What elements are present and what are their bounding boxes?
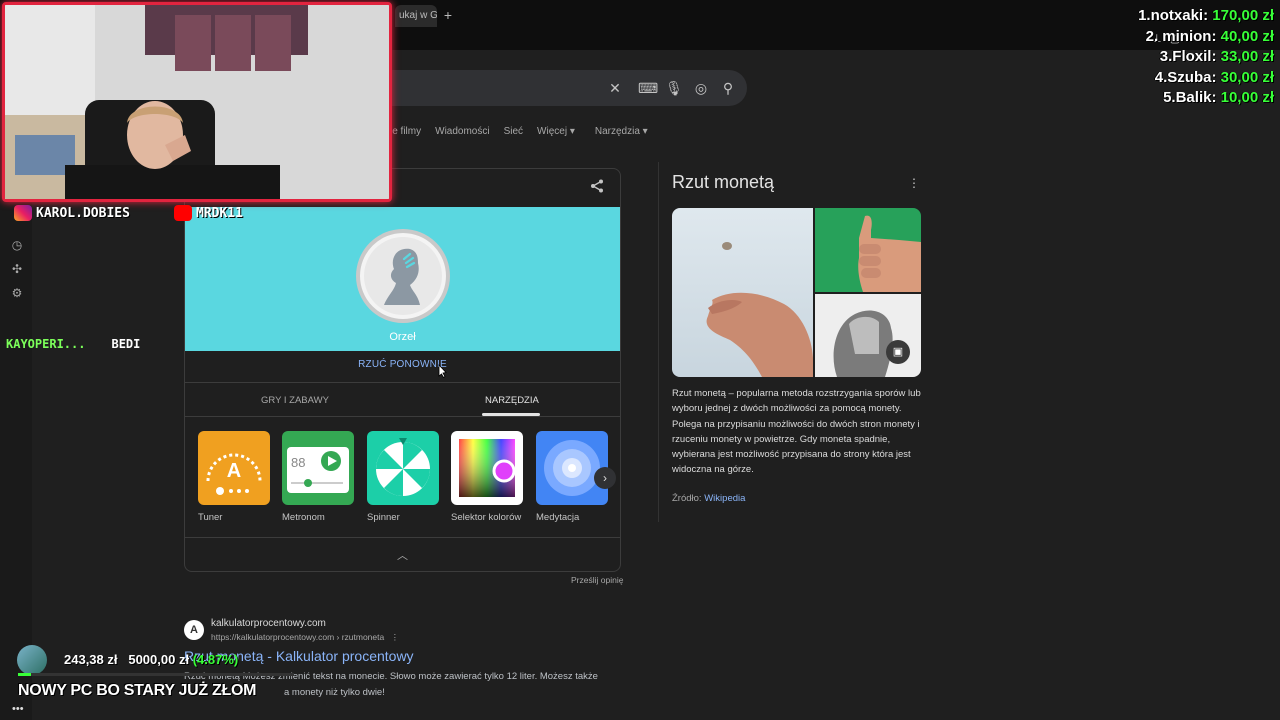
keyboard-icon[interactable]: ⌨ — [638, 79, 658, 97]
tool-spinner[interactable]: Spinner — [367, 431, 439, 523]
mic-icon[interactable]: 🎙 — [665, 79, 683, 97]
result-site-name[interactable]: kalkulatorprocentowy.com — [211, 618, 326, 629]
meditation-icon — [536, 431, 608, 505]
spinner-icon — [367, 431, 439, 505]
tuner-icon: A — [198, 431, 270, 505]
knowledge-panel-description: Rzut monetą – popularna metoda rozstrzyg… — [672, 388, 921, 476]
coin-display: Orzeł — [185, 207, 620, 351]
feedback-link[interactable]: Prześlij opinię — [571, 575, 623, 585]
goal-progress-bar — [18, 673, 294, 676]
divider — [185, 537, 620, 538]
chat-name: BEDI — [111, 337, 141, 351]
instagram-icon — [14, 205, 32, 221]
nav-tab-more[interactable]: Więcej ▾ — [537, 126, 575, 137]
divider — [185, 382, 620, 383]
donor-row: 1.notxaki: 170,00 zł — [1138, 7, 1274, 24]
chevron-right-icon[interactable]: › — [594, 467, 616, 489]
image-gallery-icon[interactable]: ▣ — [886, 340, 910, 364]
tool-tuner[interactable]: A Tuner — [198, 431, 270, 523]
tool-metronome[interactable]: 88 Metronom — [282, 431, 354, 523]
donor-row: 4.Szuba: 30,00 zł — [1154, 68, 1274, 86]
knowledge-image-thumbs-up[interactable] — [815, 208, 921, 292]
coin-flip-card: Orzeł RZUĆ PONOWNIE GRY I ZABAWY NARZĘDZ… — [184, 168, 621, 572]
knowledge-image-coin-flip[interactable] — [672, 208, 813, 377]
knowledge-image-fist[interactable] — [815, 294, 921, 377]
chevron-up-icon[interactable]: ︿ — [185, 547, 620, 563]
goal-progress-fill — [18, 673, 32, 676]
nav-tab-news[interactable]: Wiadomości — [435, 126, 489, 137]
chat-name: KAYOPERI... — [6, 337, 86, 351]
extensions-icon[interactable]: ✣ — [10, 262, 24, 276]
metronome-icon: 88 — [282, 431, 354, 505]
chat-overlay: KAYOPERI... BEDI — [6, 337, 140, 351]
donor-row: 2. minion: 40,00 zł — [1145, 27, 1274, 45]
tool-color-picker[interactable]: Selektor kolorów — [451, 431, 523, 523]
tool-label: Spinner — [367, 512, 400, 523]
tool-label: Metronom — [282, 512, 325, 523]
history-icon[interactable]: ◷ — [10, 238, 24, 252]
new-tab-button[interactable]: + — [440, 7, 456, 23]
nav-tab-web[interactable]: Sieć — [504, 126, 523, 137]
column-divider — [658, 162, 659, 522]
settings-icon[interactable]: ⚙ — [10, 286, 24, 300]
search-input[interactable]: ✕ ⌨ 🎙 ◎ ⚲ — [345, 70, 747, 106]
coin-result-label: Orzeł — [389, 331, 416, 343]
youtube-handle: MRDK11 — [174, 204, 243, 222]
clear-icon[interactable]: ✕ — [606, 79, 624, 97]
divider — [185, 416, 620, 417]
knowledge-panel-title: Rzut monetą — [672, 172, 775, 192]
coin[interactable] — [356, 229, 450, 323]
share-icon[interactable] — [590, 179, 604, 196]
top-donors-list: 1.notxaki: 170,00 zł 2. minion: 40,00 zł… — [1138, 6, 1274, 109]
search-nav-tabs: kie filmy Wiadomości Sieć Więcej ▾ Narzę… — [385, 126, 648, 137]
site-favicon-icon: A — [184, 620, 204, 640]
donation-goal: 243,38 zł 5000,00 zł (4.87%) — [64, 652, 239, 667]
source-label: Źródło: — [672, 493, 702, 504]
browser-tab[interactable]: ukaj w Go — [395, 5, 437, 27]
lens-icon[interactable]: ◎ — [692, 79, 710, 97]
tab-games[interactable]: GRY I ZABAWY — [261, 395, 329, 406]
goal-avatar-icon — [17, 645, 47, 675]
wikipedia-link[interactable]: Wikipedia — [704, 493, 745, 504]
webcam-overlay — [2, 2, 392, 202]
search-icon[interactable]: ⚲ — [719, 79, 737, 97]
tab-tools[interactable]: NARZĘDZIA — [485, 395, 539, 406]
knowledge-panel-source: Źródło: Wikipedia — [672, 493, 745, 504]
svg-text:A: A — [227, 460, 241, 482]
result-menu-icon[interactable]: ⋮ — [391, 632, 400, 642]
flip-again-button[interactable]: RZUĆ PONOWNIE — [185, 359, 620, 370]
tool-label: Medytacja — [536, 512, 580, 523]
donor-row: 5.Balik: 10,00 zł — [1163, 89, 1274, 106]
mouse-cursor-icon — [438, 364, 447, 378]
tool-label: Selektor kolorów — [451, 512, 522, 523]
color-picker-icon — [451, 431, 523, 505]
youtube-icon — [174, 205, 192, 221]
donor-row: 3.Floxil: 33,00 zł — [1159, 48, 1274, 65]
tool-label: Tuner — [198, 512, 223, 523]
stream-title-ticker: NOWY PC BO STARY JUŻ ZŁOM — [18, 682, 257, 699]
instagram-handle: KAROL.DOBIES — [14, 204, 130, 222]
nav-tab-tools[interactable]: Narzędzia ▾ — [595, 126, 648, 137]
more-options-icon[interactable]: ⋮ — [908, 176, 920, 190]
coin-profile-icon — [384, 248, 420, 305]
result-url[interactable]: https://kalkulatorprocentowy.com › rzutm… — [211, 632, 399, 643]
svg-text:88: 88 — [291, 455, 305, 470]
more-icon[interactable]: ••• — [12, 703, 24, 715]
